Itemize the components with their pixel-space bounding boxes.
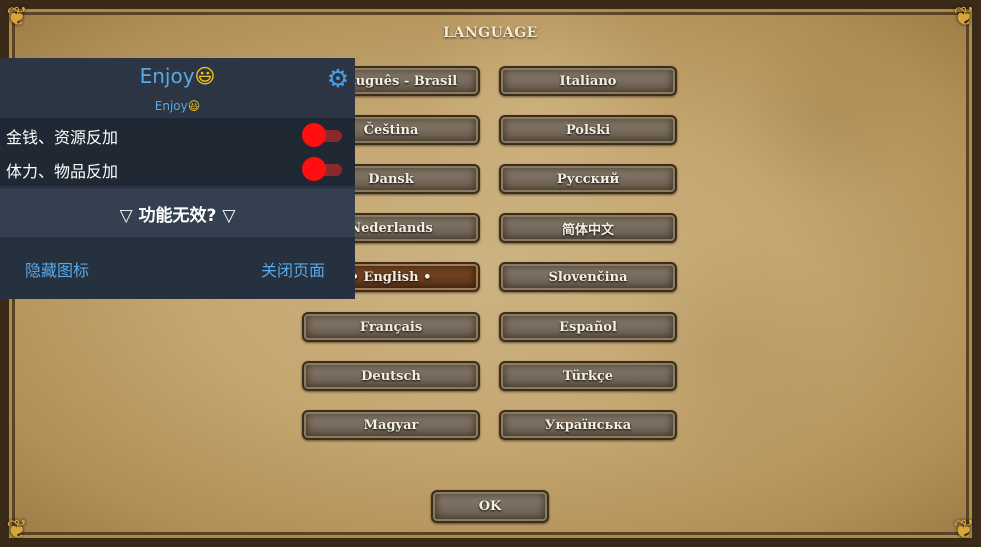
- toggle-row-money: 金钱、资源反加: [0, 118, 355, 152]
- language-label: Français: [359, 319, 423, 335]
- stamina-toggle-switch[interactable]: [302, 157, 342, 181]
- language-button-russian[interactable]: Русский: [499, 164, 677, 194]
- toggle-label: 体力、物品反加: [6, 162, 119, 181]
- language-label: Türkçe: [562, 368, 614, 384]
- toggle-row-stamina: 体力、物品反加: [0, 152, 355, 186]
- language-button-chinese[interactable]: 简体中文: [499, 213, 677, 243]
- language-label: Nederlands: [349, 220, 433, 236]
- switch-knob: [302, 157, 326, 181]
- not-working-button[interactable]: ▽ 功能无效? ▽: [0, 189, 355, 237]
- language-button-slovak[interactable]: Slovenčina: [499, 262, 677, 292]
- overlay-title: Enjoy😃: [139, 64, 216, 88]
- ok-button[interactable]: OK: [431, 490, 549, 523]
- language-button-spanish[interactable]: Español: [499, 312, 677, 342]
- language-label: • English •: [350, 269, 432, 285]
- language-label: Dansk: [368, 171, 414, 187]
- language-button-french[interactable]: Français: [302, 312, 480, 342]
- cheat-overlay-panel: Enjoy😃 Enjoy😃 ⚙ 金钱、资源反加 体力、物品反加 ▽ 功能无效? …: [0, 58, 355, 299]
- language-label: 简体中文: [561, 222, 614, 238]
- language-button-hungarian[interactable]: Magyar: [302, 410, 480, 440]
- language-button-turkish[interactable]: Türkçe: [499, 361, 677, 391]
- language-button-polish[interactable]: Polski: [499, 115, 677, 145]
- language-button-ukrainian[interactable]: Українська: [499, 410, 677, 440]
- toggle-label: 金钱、资源反加: [6, 128, 119, 147]
- smiley-icon: 😃: [187, 99, 201, 113]
- corner-ornament-icon: ❦: [953, 515, 975, 545]
- money-toggle-switch[interactable]: [302, 123, 342, 147]
- corner-ornament-icon: ❦: [6, 515, 28, 545]
- hide-icon-link[interactable]: 隐藏图标: [25, 257, 89, 281]
- language-label: Slovenčina: [548, 269, 628, 285]
- language-label: Українська: [544, 417, 632, 433]
- overlay-footer: 隐藏图标 关闭页面: [0, 238, 355, 299]
- close-page-link[interactable]: 关闭页面: [261, 257, 325, 281]
- language-button-german[interactable]: Deutsch: [302, 361, 480, 391]
- language-label: Русский: [556, 171, 620, 187]
- gear-icon[interactable]: ⚙: [325, 66, 351, 92]
- language-label: Polski: [565, 122, 611, 138]
- smiley-icon: 😃: [194, 64, 216, 88]
- language-label: Magyar: [363, 417, 419, 433]
- language-label: Čeština: [363, 122, 419, 138]
- language-button-italian[interactable]: Italiano: [499, 66, 677, 96]
- language-label: Italiano: [559, 73, 617, 89]
- language-label: Español: [559, 319, 617, 335]
- switch-knob: [302, 123, 326, 147]
- language-label: Deutsch: [361, 368, 421, 384]
- page-title: LANGUAGE: [443, 25, 538, 41]
- ok-label: OK: [478, 499, 502, 514]
- overlay-header: Enjoy😃 Enjoy😃 ⚙: [0, 58, 355, 118]
- overlay-subtitle: Enjoy😃: [154, 99, 201, 113]
